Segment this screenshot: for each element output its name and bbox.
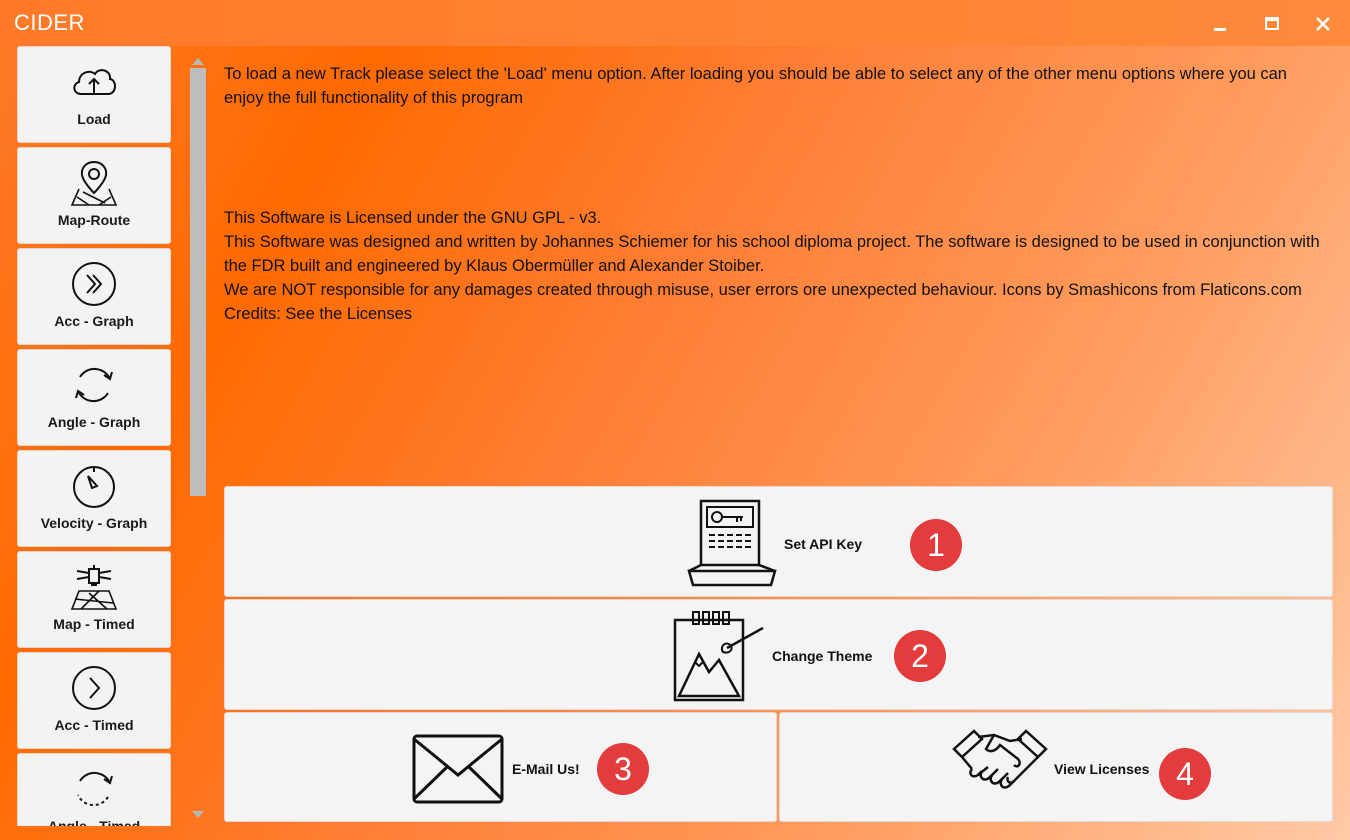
license-line: We are NOT responsible for any damages c… [224,281,1302,299]
minimize-icon [1214,28,1226,31]
sidebar-item-angle-graph[interactable]: Angle - Graph [17,349,171,446]
set-api-key-label: Set API Key [784,536,863,552]
view-licenses-button[interactable]: View Licenses 4 [779,712,1333,822]
map-pin-icon [69,158,119,208]
api-key-laptop-icon [685,497,779,593]
sidebar-item-map-route[interactable]: Map-Route [17,147,171,244]
app-title: CIDER [14,10,85,35]
sidebar-item-label: Velocity - Graph [40,515,148,531]
sidebar-item-velocity-graph[interactable]: Velocity - Graph [17,450,171,547]
rotate-icon [69,360,119,410]
sidebar-item-label: Angle - Timed [47,818,141,826]
scroll-up-arrow[interactable] [190,52,206,65]
set-api-key-button[interactable]: Set API Key 1 [224,486,1333,597]
email-us-button[interactable]: E-Mail Us! 3 [224,712,777,822]
license-line: Credits: See the Licenses [224,305,413,323]
sidebar-item-acc-timed[interactable]: Acc - Timed [17,652,171,749]
envelope-icon [411,733,505,809]
sidebar-item-label: Acc - Graph [54,313,134,329]
sidebar-menu: Load Map-Route Acc - Graph Angle - Graph… [17,46,173,826]
cloud-upload-icon [69,57,119,107]
close-button[interactable] [1309,10,1337,38]
sidebar-item-angle-timed[interactable]: Angle - Timed [17,753,171,826]
theme-canvas-icon [671,608,767,708]
change-theme-button[interactable]: Change Theme 2 [224,599,1333,710]
sidebar-item-label: Load [77,111,111,127]
chevron-right-icon [69,663,119,713]
sidebar-item-label: Map - Timed [53,616,135,632]
handshake-icon [952,727,1048,815]
license-line: This Software is Licensed under the GNU … [224,209,602,227]
sidebar-item-acc-graph[interactable]: Acc - Graph [17,248,171,345]
maximize-button[interactable] [1258,10,1286,38]
maximize-icon [1265,17,1279,30]
close-icon [1316,17,1330,31]
intro-text: To load a new Track please select the 'L… [224,65,1287,107]
sidebar-item-label: Acc - Timed [54,717,134,733]
badge-1: 1 [910,519,962,571]
double-chevron-right-icon [69,259,119,309]
scrollbar-thumb[interactable] [190,68,206,496]
badge-2: 2 [894,630,946,682]
satellite-map-icon [69,562,119,612]
license-line: This Software was designed and written b… [224,233,1320,275]
view-licenses-label: View Licenses [1054,761,1150,777]
sidebar-item-map-timed[interactable]: Map - Timed [17,551,171,648]
badge-3: 3 [597,743,649,795]
rotate-dashed-icon [69,764,119,814]
minimize-button[interactable] [1206,10,1234,38]
sidebar-item-label: Angle - Graph [47,414,141,430]
sidebar-item-label: Map-Route [57,212,131,228]
email-us-label: E-Mail Us! [512,761,580,777]
scroll-down-arrow[interactable] [190,806,206,818]
info-text: To load a new Track please select the 'L… [224,62,1329,326]
change-theme-label: Change Theme [772,648,873,664]
speedometer-icon [69,461,119,511]
badge-4: 4 [1159,748,1211,800]
sidebar-item-load[interactable]: Load [17,46,171,143]
title-bar: CIDER [0,0,1350,46]
